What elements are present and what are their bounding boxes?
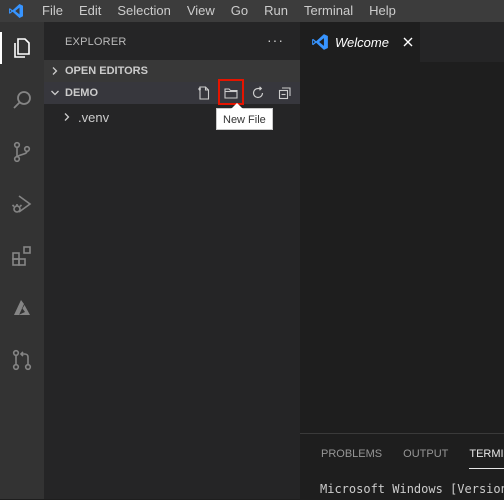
menu-selection[interactable]: Selection xyxy=(109,0,178,22)
tab-terminal[interactable]: TERMINAL xyxy=(469,443,504,469)
open-editors-header[interactable]: OPEN EDITORS xyxy=(44,60,300,82)
tab-problems[interactable]: PROBLEMS xyxy=(321,443,382,465)
azure-icon[interactable] xyxy=(0,288,44,328)
refresh-icon[interactable] xyxy=(247,82,269,104)
search-icon[interactable] xyxy=(0,80,44,120)
source-control-icon[interactable] xyxy=(0,132,44,172)
folder-label: DEMO xyxy=(65,87,98,99)
pull-requests-icon[interactable] xyxy=(0,340,44,380)
sidebar-title: EXPLORER xyxy=(65,36,127,48)
tab-label: Welcome xyxy=(335,34,389,50)
run-debug-icon[interactable] xyxy=(0,184,44,224)
editor-area: Welcome PROBLEMS OUTPUT TERMINAL Microso… xyxy=(300,22,504,500)
activity-bar xyxy=(0,22,44,499)
extensions-icon[interactable] xyxy=(0,236,44,276)
folder-actions xyxy=(188,79,296,105)
vscode-logo-icon xyxy=(2,0,30,22)
sidebar-title-bar: EXPLORER ··· xyxy=(44,22,300,62)
chevron-right-icon xyxy=(50,66,60,76)
bottom-panel: PROBLEMS OUTPUT TERMINAL Microsoft Windo… xyxy=(300,433,504,500)
open-editors-label: OPEN EDITORS xyxy=(65,65,148,77)
menu-view[interactable]: View xyxy=(179,0,223,22)
vscode-tab-icon xyxy=(310,32,330,52)
collapse-all-icon[interactable] xyxy=(274,82,296,104)
chevron-down-icon xyxy=(50,88,60,98)
explorer-sidebar: EXPLORER ··· OPEN EDITORS DEMO .venv xyxy=(44,22,300,499)
terminal-output[interactable]: Microsoft Windows [Version xyxy=(320,482,504,496)
tab-output[interactable]: OUTPUT xyxy=(403,443,448,465)
tab-welcome[interactable]: Welcome xyxy=(300,22,421,62)
new-file-icon[interactable] xyxy=(193,82,215,104)
menu-bar: File Edit Selection View Go Run Terminal… xyxy=(32,0,404,22)
tooltip: New File xyxy=(216,103,273,130)
highlight-box xyxy=(218,79,244,105)
explorer-icon[interactable] xyxy=(0,28,44,68)
tree-item-label: .venv xyxy=(78,109,110,125)
title-bar: File Edit Selection View Go Run Terminal… xyxy=(0,0,504,22)
close-icon[interactable] xyxy=(401,35,415,49)
panel-tab-bar: PROBLEMS OUTPUT TERMINAL xyxy=(300,442,504,469)
menu-terminal[interactable]: Terminal xyxy=(296,0,361,22)
menu-go[interactable]: Go xyxy=(223,0,256,22)
chevron-right-icon xyxy=(62,112,72,122)
menu-run[interactable]: Run xyxy=(256,0,296,22)
folder-header-demo[interactable]: DEMO xyxy=(44,79,300,105)
more-actions-icon[interactable]: ··· xyxy=(267,32,284,48)
menu-help[interactable]: Help xyxy=(361,0,404,22)
menu-file[interactable]: File xyxy=(32,0,71,22)
editor-tab-bar: Welcome xyxy=(300,22,504,62)
menu-edit[interactable]: Edit xyxy=(71,0,109,22)
new-folder-icon[interactable] xyxy=(218,79,244,105)
